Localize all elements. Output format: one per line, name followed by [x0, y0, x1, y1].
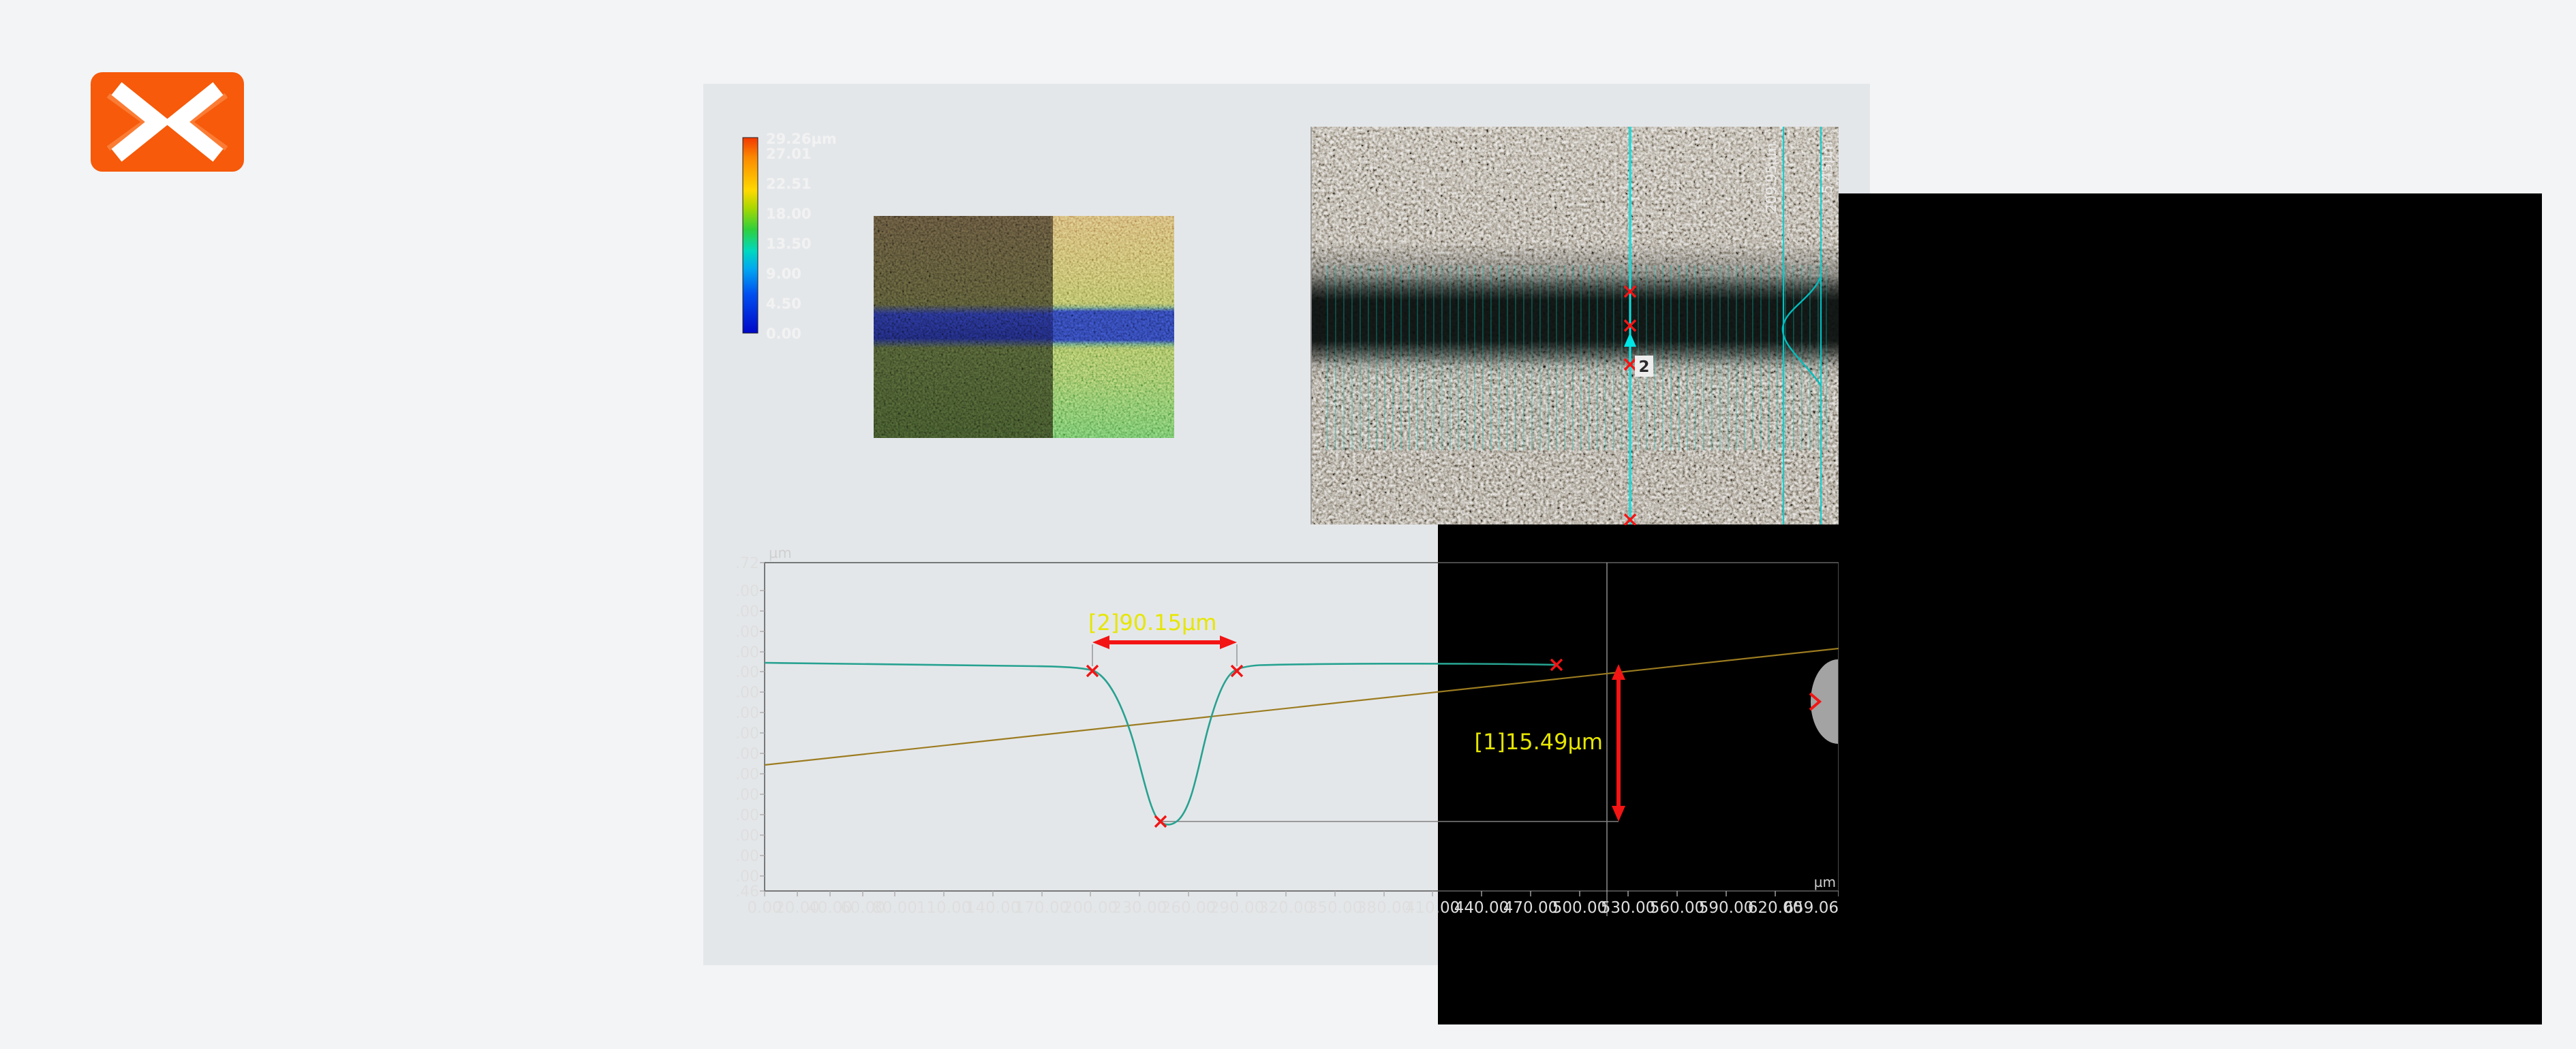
x-tick: 410.00 [1405, 899, 1460, 917]
profile-line-label-2: 5.45µm [1819, 142, 1835, 194]
y-tick: 26.00 [735, 604, 759, 621]
y-tick: 14.00 [735, 725, 759, 742]
y-tick: 24.00 [735, 624, 759, 641]
measurement-label-2: [2]90.15µm [1088, 610, 1216, 636]
x-tick: 530.00 [1601, 899, 1655, 917]
x-tick: 260.00 [1161, 899, 1216, 917]
x-tick: 440.00 [1454, 899, 1509, 917]
y-tick: -1.46 [735, 883, 759, 901]
arrow-head-right-icon [1220, 636, 1237, 649]
plot-border [765, 563, 1839, 891]
x-tick-end: 659.06 [1784, 899, 1839, 917]
colorbar-label-min: 0.00 [766, 326, 801, 342]
slope-reference-line [765, 648, 1839, 765]
colorbar-label: 4.50 [766, 296, 801, 312]
x-tick: 320.00 [1259, 899, 1313, 917]
x-tick: 140.00 [966, 899, 1020, 917]
x-axis-labels: 0.00 20.00 40.00 60.00 80.00 110.00 140.… [747, 899, 1839, 917]
x-axis-ticks [765, 891, 1839, 896]
height-map-grain-texture [874, 216, 1174, 438]
line-number-label: 2 [1638, 358, 1649, 376]
chart-scroll-thumb[interactable] [1810, 659, 1838, 744]
x-tick: 350.00 [1308, 899, 1362, 917]
measurement-label-1: [1]15.49µm [1475, 729, 1603, 755]
y-tick: 6.00 [735, 807, 759, 824]
arrow-head-left-icon [1092, 636, 1109, 649]
scroll-thumb-shape[interactable] [1811, 659, 1838, 744]
x-tick: 80.00 [872, 899, 917, 917]
scanline-overlay [1324, 265, 1828, 450]
x-tick: 230.00 [1112, 899, 1167, 917]
annotation-vertical-distance-1[interactable]: [1]15.49µm [1475, 664, 1625, 821]
app-logo [91, 72, 244, 172]
y-tick: 8.00 [735, 787, 759, 804]
y-tick: 18.00 [735, 685, 759, 702]
x-tick: 170.00 [1015, 899, 1069, 917]
y-axis-ticks [760, 563, 765, 891]
colorbar-label-max: 29.26µm [766, 131, 837, 147]
x-tick: 500.00 [1552, 899, 1607, 917]
y-tick: 20.00 [735, 664, 759, 681]
y-tick: 28.00 [735, 583, 759, 600]
x-tick: 560.00 [1650, 899, 1704, 917]
profile-chart: 30.72 28.00 26.00 24.00 22.00 20.00 18.0… [735, 525, 1839, 941]
colorbar-label: 18.00 [766, 206, 811, 222]
microscope-texture-panel: 2 209.95µm 5.45µm [1310, 110, 1839, 525]
surface-profile-curve [765, 663, 1557, 825]
x-tick: 470.00 [1503, 899, 1558, 917]
colorbar [743, 138, 758, 333]
y-tick: 22.00 [735, 644, 759, 661]
colorbar-label: 27.01 [766, 146, 811, 162]
height-map-image [874, 216, 1174, 438]
profile-line-label-1: 209.95µm [1763, 143, 1779, 213]
y-tick: 12.00 [735, 746, 759, 763]
y-axis-unit-label: µm [769, 545, 792, 561]
colorbar-label: 22.51 [766, 176, 811, 192]
y-tick: 30.72 [735, 555, 759, 572]
page-background: 29.26µm 27.01 22.51 18.00 13.50 9.00 4.5… [0, 0, 2576, 1049]
y-tick: 10.00 [735, 766, 759, 783]
y-tick: 2.00 [735, 848, 759, 865]
colorbar-label: 13.50 [766, 236, 811, 252]
x-tick: 110.00 [917, 899, 971, 917]
x-tick: 200.00 [1063, 899, 1118, 917]
annotation-horizontal-distance-2[interactable]: [2]90.15µm [1088, 610, 1237, 666]
y-tick: 4.00 [735, 828, 759, 845]
y-axis-labels: 30.72 28.00 26.00 24.00 22.00 20.00 18.0… [735, 555, 759, 901]
y-tick: 16.00 [735, 705, 759, 722]
x-axis-unit-label: µm [1814, 874, 1836, 890]
marker-x-left-edge[interactable] [1087, 666, 1098, 676]
x-tick: 380.00 [1357, 899, 1411, 917]
x-tick: 290.00 [1210, 899, 1264, 917]
x-tick: 590.00 [1699, 899, 1753, 917]
colorbar-label: 9.00 [766, 266, 801, 282]
arrow-head-bottom-icon [1612, 806, 1625, 821]
